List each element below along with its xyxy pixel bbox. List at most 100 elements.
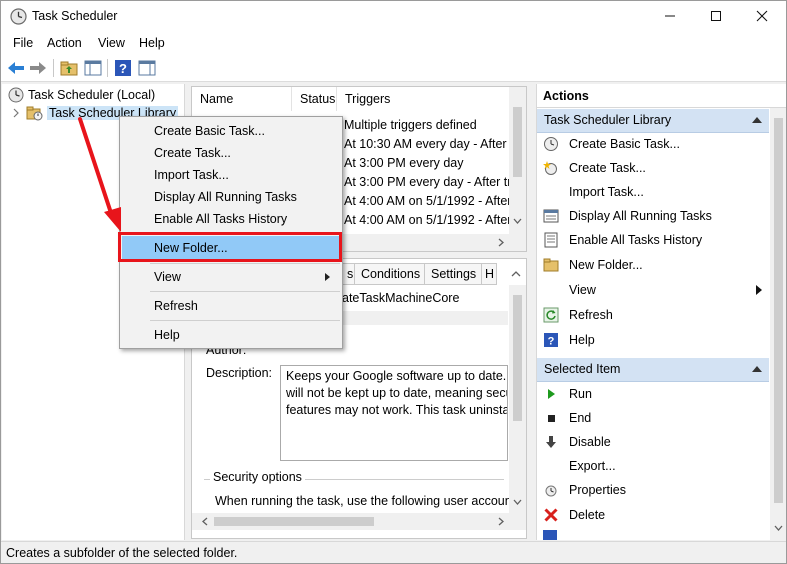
scroll-down-icon[interactable] — [513, 499, 522, 505]
description-line: will not be kept up to date, meaning sec… — [286, 386, 508, 400]
folder-up-icon[interactable] — [59, 58, 79, 78]
collapse-icon[interactable] — [752, 366, 762, 372]
column-header-triggers[interactable]: Triggers — [337, 87, 507, 111]
context-item-label: View — [154, 270, 181, 284]
task-row-trigger[interactable]: At 4:00 AM on 5/1/1992 - After — [344, 194, 511, 208]
tab-settings[interactable]: Settings — [424, 263, 484, 285]
forward-arrow-icon[interactable] — [28, 58, 48, 78]
chevron-right-icon[interactable] — [12, 108, 20, 118]
security-options-title: Security options — [210, 470, 305, 484]
action-new-folder[interactable]: New Folder... — [537, 253, 769, 277]
collapse-icon[interactable] — [752, 117, 762, 123]
menu-help[interactable]: Help — [139, 36, 165, 50]
action-view[interactable]: View — [537, 278, 769, 302]
scroll-right-icon[interactable] — [498, 238, 504, 247]
action-import-task[interactable]: Import Task... — [537, 180, 769, 204]
menu-file[interactable]: File — [13, 36, 33, 50]
maximize-icon — [711, 11, 721, 21]
refresh-icon — [543, 307, 559, 323]
context-item-enable-history[interactable]: Enable All Tasks History — [122, 208, 340, 230]
section-label: Task Scheduler Library — [544, 113, 672, 127]
scroll-left-icon[interactable] — [202, 517, 208, 526]
scroll-down-icon[interactable] — [513, 218, 522, 224]
context-item-refresh[interactable]: Refresh — [122, 295, 340, 317]
action-label: Disable — [569, 435, 611, 449]
show-hide-console-tree-icon[interactable] — [83, 58, 103, 78]
context-item-create-basic-task[interactable]: Create Basic Task... — [122, 120, 340, 142]
security-options-text: When running the task, use the following… — [215, 494, 519, 508]
clock-icon — [8, 87, 24, 103]
menu-action[interactable]: Action — [47, 36, 82, 50]
scroll-down-icon[interactable] — [774, 525, 783, 531]
context-item-import-task[interactable]: Import Task... — [122, 164, 340, 186]
help-icon[interactable]: ? — [113, 58, 133, 78]
window-title: Task Scheduler — [32, 9, 118, 23]
task-name-field: ateTaskMachineCore — [342, 291, 460, 305]
actions-section-selected-item[interactable]: Selected Item — [537, 358, 769, 382]
description-label: Description: — [206, 366, 272, 380]
clock-wand-icon — [544, 137, 558, 151]
action-label: Enable All Tasks History — [569, 233, 703, 247]
menu-view[interactable]: View — [98, 36, 125, 50]
scrollbar-thumb[interactable] — [214, 517, 374, 526]
action-create-basic-task[interactable]: Create Basic Task... — [537, 132, 769, 156]
arrow-down-icon — [546, 436, 556, 448]
context-item-create-task[interactable]: Create Task... — [122, 142, 340, 164]
context-item-display-running-tasks[interactable]: Display All Running Tasks — [122, 186, 340, 208]
task-row-trigger[interactable]: At 4:00 AM on 5/1/1992 - After — [344, 213, 511, 227]
context-item-view[interactable]: View — [122, 266, 340, 288]
submenu-arrow-icon — [325, 273, 330, 281]
task-row-trigger[interactable]: At 3:00 PM every day - After trig — [344, 175, 521, 189]
minimize-icon — [665, 15, 675, 17]
action-refresh[interactable]: Refresh — [537, 303, 769, 327]
task-list-vertical-scrollbar[interactable] — [509, 87, 526, 234]
actions-vertical-scrollbar[interactable] — [770, 108, 786, 540]
back-arrow-icon[interactable] — [6, 58, 26, 78]
action-enable-history[interactable]: Enable All Tasks History — [537, 228, 769, 252]
detail-horizontal-scrollbar[interactable] — [192, 513, 526, 530]
action-label: End — [569, 411, 592, 425]
action-properties[interactable]: Properties — [537, 478, 769, 502]
action-help[interactable]: ? Help — [537, 328, 769, 352]
action-end[interactable]: End — [537, 406, 769, 430]
minimize-button[interactable] — [647, 1, 693, 31]
clock-icon — [545, 485, 557, 497]
context-item-new-folder[interactable]: New Folder... — [122, 236, 340, 260]
tab-conditions[interactable]: Conditions — [354, 263, 428, 285]
action-display-running-tasks[interactable]: Display All Running Tasks — [537, 204, 769, 228]
tab-history[interactable]: H — [481, 263, 497, 285]
action-export[interactable]: Export... — [537, 454, 769, 478]
scrollbar-thumb[interactable] — [513, 107, 522, 177]
show-hide-action-pane-icon[interactable] — [137, 58, 157, 78]
column-header-name[interactable]: Name — [192, 87, 292, 111]
maximize-button[interactable] — [693, 1, 739, 31]
svg-text:?: ? — [119, 61, 127, 76]
description-textbox[interactable]: Keeps your Google software up to date. I… — [280, 365, 508, 461]
task-row-trigger[interactable]: Multiple triggers defined — [344, 118, 477, 132]
tree-item-local[interactable]: Task Scheduler (Local) — [8, 86, 155, 104]
action-delete[interactable]: Delete — [537, 503, 769, 527]
scroll-right-icon[interactable] — [498, 517, 504, 526]
delete-x-icon — [544, 508, 558, 522]
action-run[interactable]: Run — [537, 382, 769, 406]
help-icon: ? — [544, 333, 558, 348]
close-button[interactable] — [739, 1, 785, 31]
action-label: Display All Running Tasks — [569, 209, 712, 223]
detail-vertical-scrollbar[interactable] — [509, 285, 526, 513]
title-bar: Task Scheduler — [1, 1, 786, 32]
task-row-trigger[interactable]: At 10:30 AM every day - After tri — [344, 137, 520, 151]
action-label: Create Task... — [569, 161, 646, 175]
toolbar-separator — [53, 59, 54, 77]
context-item-help[interactable]: Help — [122, 324, 340, 346]
help-icon — [543, 530, 557, 540]
action-create-task[interactable]: Create Task... — [537, 156, 769, 180]
actions-section-library[interactable]: Task Scheduler Library — [537, 109, 769, 133]
play-icon — [548, 389, 555, 399]
scrollbar-thumb[interactable] — [774, 118, 783, 503]
scrollbar-thumb[interactable] — [513, 295, 522, 421]
action-disable[interactable]: Disable — [537, 430, 769, 454]
scroll-up-icon[interactable] — [510, 267, 522, 281]
description-line: Keeps your Google software up to date. I… — [286, 369, 508, 383]
task-row-trigger[interactable]: At 3:00 PM every day — [344, 156, 464, 170]
column-header-status[interactable]: Status — [292, 87, 337, 111]
